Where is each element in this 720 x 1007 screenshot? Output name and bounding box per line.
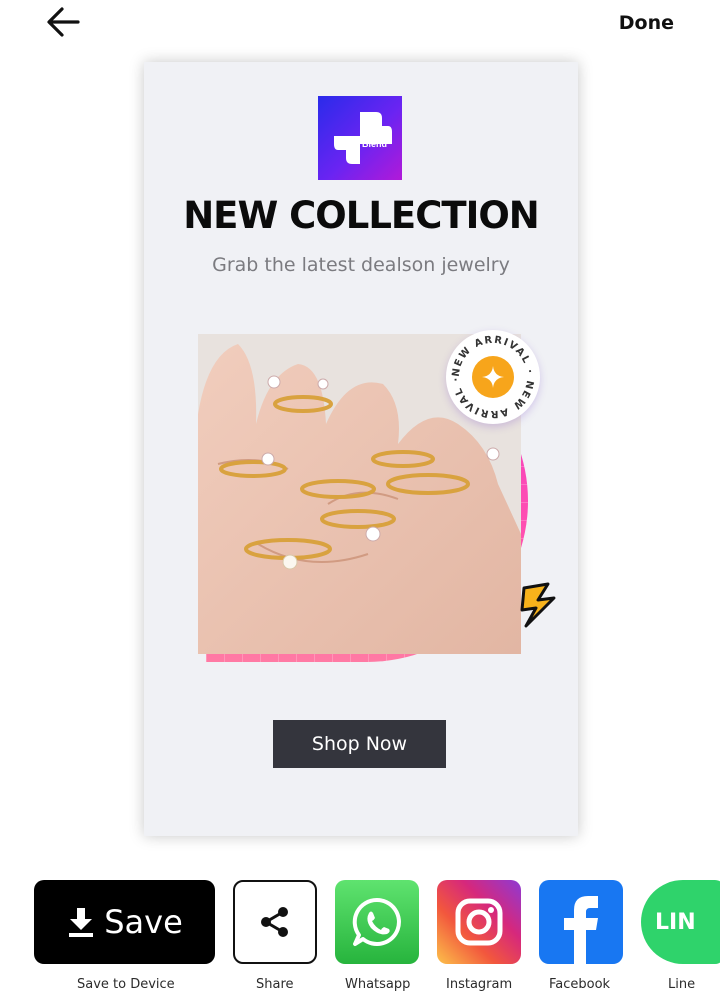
line-icon-text: LIN bbox=[655, 909, 696, 935]
share-tile[interactable] bbox=[233, 880, 317, 964]
new-arrival-badge: NEW ARRIVAL · NEW ARRIVAL · bbox=[446, 330, 540, 424]
top-bar: Done bbox=[0, 0, 720, 50]
instagram-tile[interactable] bbox=[437, 880, 521, 964]
share-option-whatsapp[interactable] bbox=[335, 880, 419, 964]
blend-logo-icon bbox=[334, 112, 392, 164]
back-arrow-icon bbox=[47, 7, 80, 37]
headline: NEW COLLECTION bbox=[183, 194, 540, 237]
download-icon bbox=[69, 908, 94, 937]
blend-logo: Blend bbox=[318, 96, 402, 180]
share-option-share[interactable] bbox=[233, 880, 317, 964]
design-preview: Blend NEW COLLECTION Grab the latest dea… bbox=[144, 62, 578, 836]
share-option-instagram[interactable] bbox=[437, 880, 521, 964]
new-arrival-badge-graphic: NEW ARRIVAL · NEW ARRIVAL · bbox=[451, 335, 534, 419]
whatsapp-label: Whatsapp bbox=[345, 977, 411, 992]
share-options: Save Save to Device Share Whatsapp Insta… bbox=[0, 874, 720, 1007]
facebook-icon bbox=[564, 896, 598, 964]
facebook-label: Facebook bbox=[549, 977, 611, 992]
save-to-device-label: Save to Device bbox=[77, 977, 175, 992]
share-label: Share bbox=[256, 977, 294, 992]
done-button[interactable]: Done bbox=[619, 12, 674, 34]
instagram-label: Instagram bbox=[446, 977, 513, 992]
line-label: Line bbox=[668, 977, 696, 992]
back-button[interactable] bbox=[44, 4, 84, 40]
lightning-bolt-icon bbox=[518, 582, 560, 628]
logo-text: Blend bbox=[362, 139, 388, 149]
shop-now-button[interactable]: Shop Now bbox=[273, 720, 446, 768]
facebook-tile[interactable] bbox=[539, 880, 623, 964]
whatsapp-tile[interactable] bbox=[335, 880, 419, 964]
share-icon bbox=[261, 907, 288, 937]
instagram-icon bbox=[455, 898, 503, 946]
subline: Grab the latest dealson jewelry bbox=[212, 254, 510, 276]
whatsapp-icon bbox=[352, 897, 401, 946]
share-option-line[interactable]: LIN bbox=[641, 880, 720, 964]
save-button-label: Save bbox=[104, 903, 183, 941]
line-tile[interactable]: LIN bbox=[641, 880, 720, 964]
share-option-facebook[interactable] bbox=[539, 880, 623, 964]
save-button[interactable]: Save bbox=[34, 880, 215, 964]
